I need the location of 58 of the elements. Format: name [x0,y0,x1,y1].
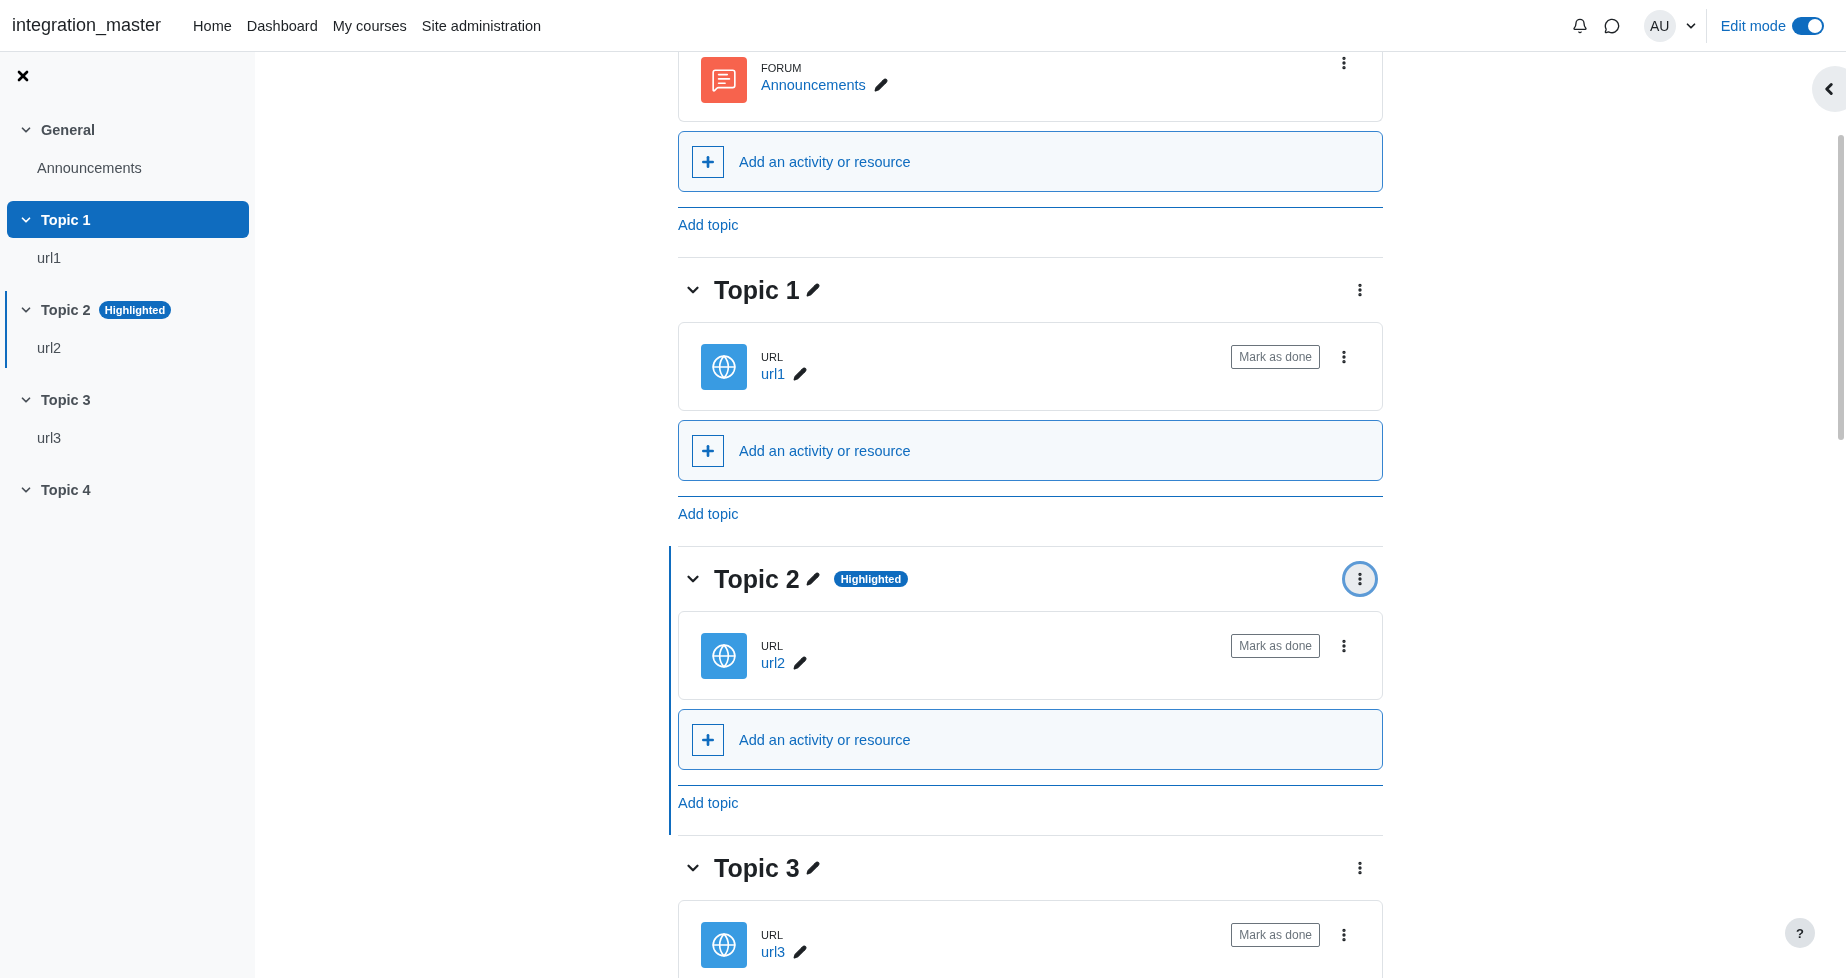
mark-as-done-button[interactable]: Mark as done [1231,345,1320,369]
activity-link[interactable]: url3 [761,944,786,960]
add-activity-button[interactable]: Add an activity or resource [678,131,1383,192]
pencil-icon[interactable] [793,656,808,670]
globe-icon [711,353,737,380]
nav-link[interactable]: My courses [332,17,407,34]
section-title: Topic 1 [714,275,800,305]
section-title: Topic 2 [714,564,800,594]
activity-link[interactable]: url2 [761,655,786,671]
plus-icon [692,723,724,756]
activity-type: FORUM [761,62,803,74]
nav-link[interactable]: Dashboard [246,17,318,34]
sidebar-activity-link[interactable]: url1 [7,238,249,278]
sidebar-activity-link[interactable]: url2 [7,328,249,368]
pencil-icon[interactable] [793,945,808,959]
sidebar-activity-link[interactable]: Announcements [7,148,249,188]
highlighted-badge: Highlighted [833,571,909,587]
site-name[interactable]: integration_master [12,15,162,36]
activity-link[interactable]: Announcements [761,77,866,93]
sidebar-section-link[interactable]: Topic 2 Highlighted [7,291,249,328]
activity-link[interactable]: url1 [761,366,786,382]
add-topic-link[interactable]: Add topic [678,506,739,522]
section-title: Topic 3 [714,853,800,883]
add-activity-button[interactable]: Add an activity or resource [678,420,1383,481]
highlighted-badge: Highlighted [98,300,172,319]
edit-mode-switch[interactable] [1792,16,1824,35]
chat-bubble-icon [711,67,737,93]
mark-as-done-button[interactable]: Mark as done [1231,634,1320,658]
close-icon [15,68,31,84]
edit-mode-label: Edit mode [1720,17,1786,34]
plus-icon [692,145,724,178]
activity-type: URL [761,640,784,652]
activity-type: URL [761,929,784,941]
sidebar-section-link[interactable]: Topic 1 [7,201,249,238]
pencil-icon[interactable] [873,78,888,92]
add-activity-button[interactable]: Add an activity or resource [678,709,1383,770]
sidebar-section-link[interactable]: Topic 4 [7,471,249,508]
nav-link[interactable]: Site administration [421,17,542,34]
add-topic-link[interactable]: Add topic [678,217,739,233]
pencil-icon[interactable] [793,367,808,381]
pencil-icon[interactable] [805,572,820,586]
globe-icon [711,931,737,958]
activity-type: URL [761,351,784,363]
section-menu-button[interactable] [1342,561,1378,597]
mark-as-done-button[interactable]: Mark as done [1231,923,1320,947]
globe-icon [711,642,737,669]
plus-icon [692,434,724,467]
user-avatar[interactable]: AU [1643,9,1676,42]
scrollbar-thumb[interactable] [1838,135,1844,440]
sidebar-activity-link[interactable]: url3 [7,418,249,458]
nav-link[interactable]: Home [193,17,232,34]
drawer-toggle-button[interactable] [1812,66,1846,112]
help-button[interactable]: ? [1785,918,1815,948]
add-topic-link[interactable]: Add topic [678,795,739,811]
pencil-icon[interactable] [805,861,820,875]
sidebar-section-link[interactable]: General [7,111,249,148]
sidebar-section-link[interactable]: Topic 3 [7,381,249,418]
pencil-icon[interactable] [805,283,820,297]
